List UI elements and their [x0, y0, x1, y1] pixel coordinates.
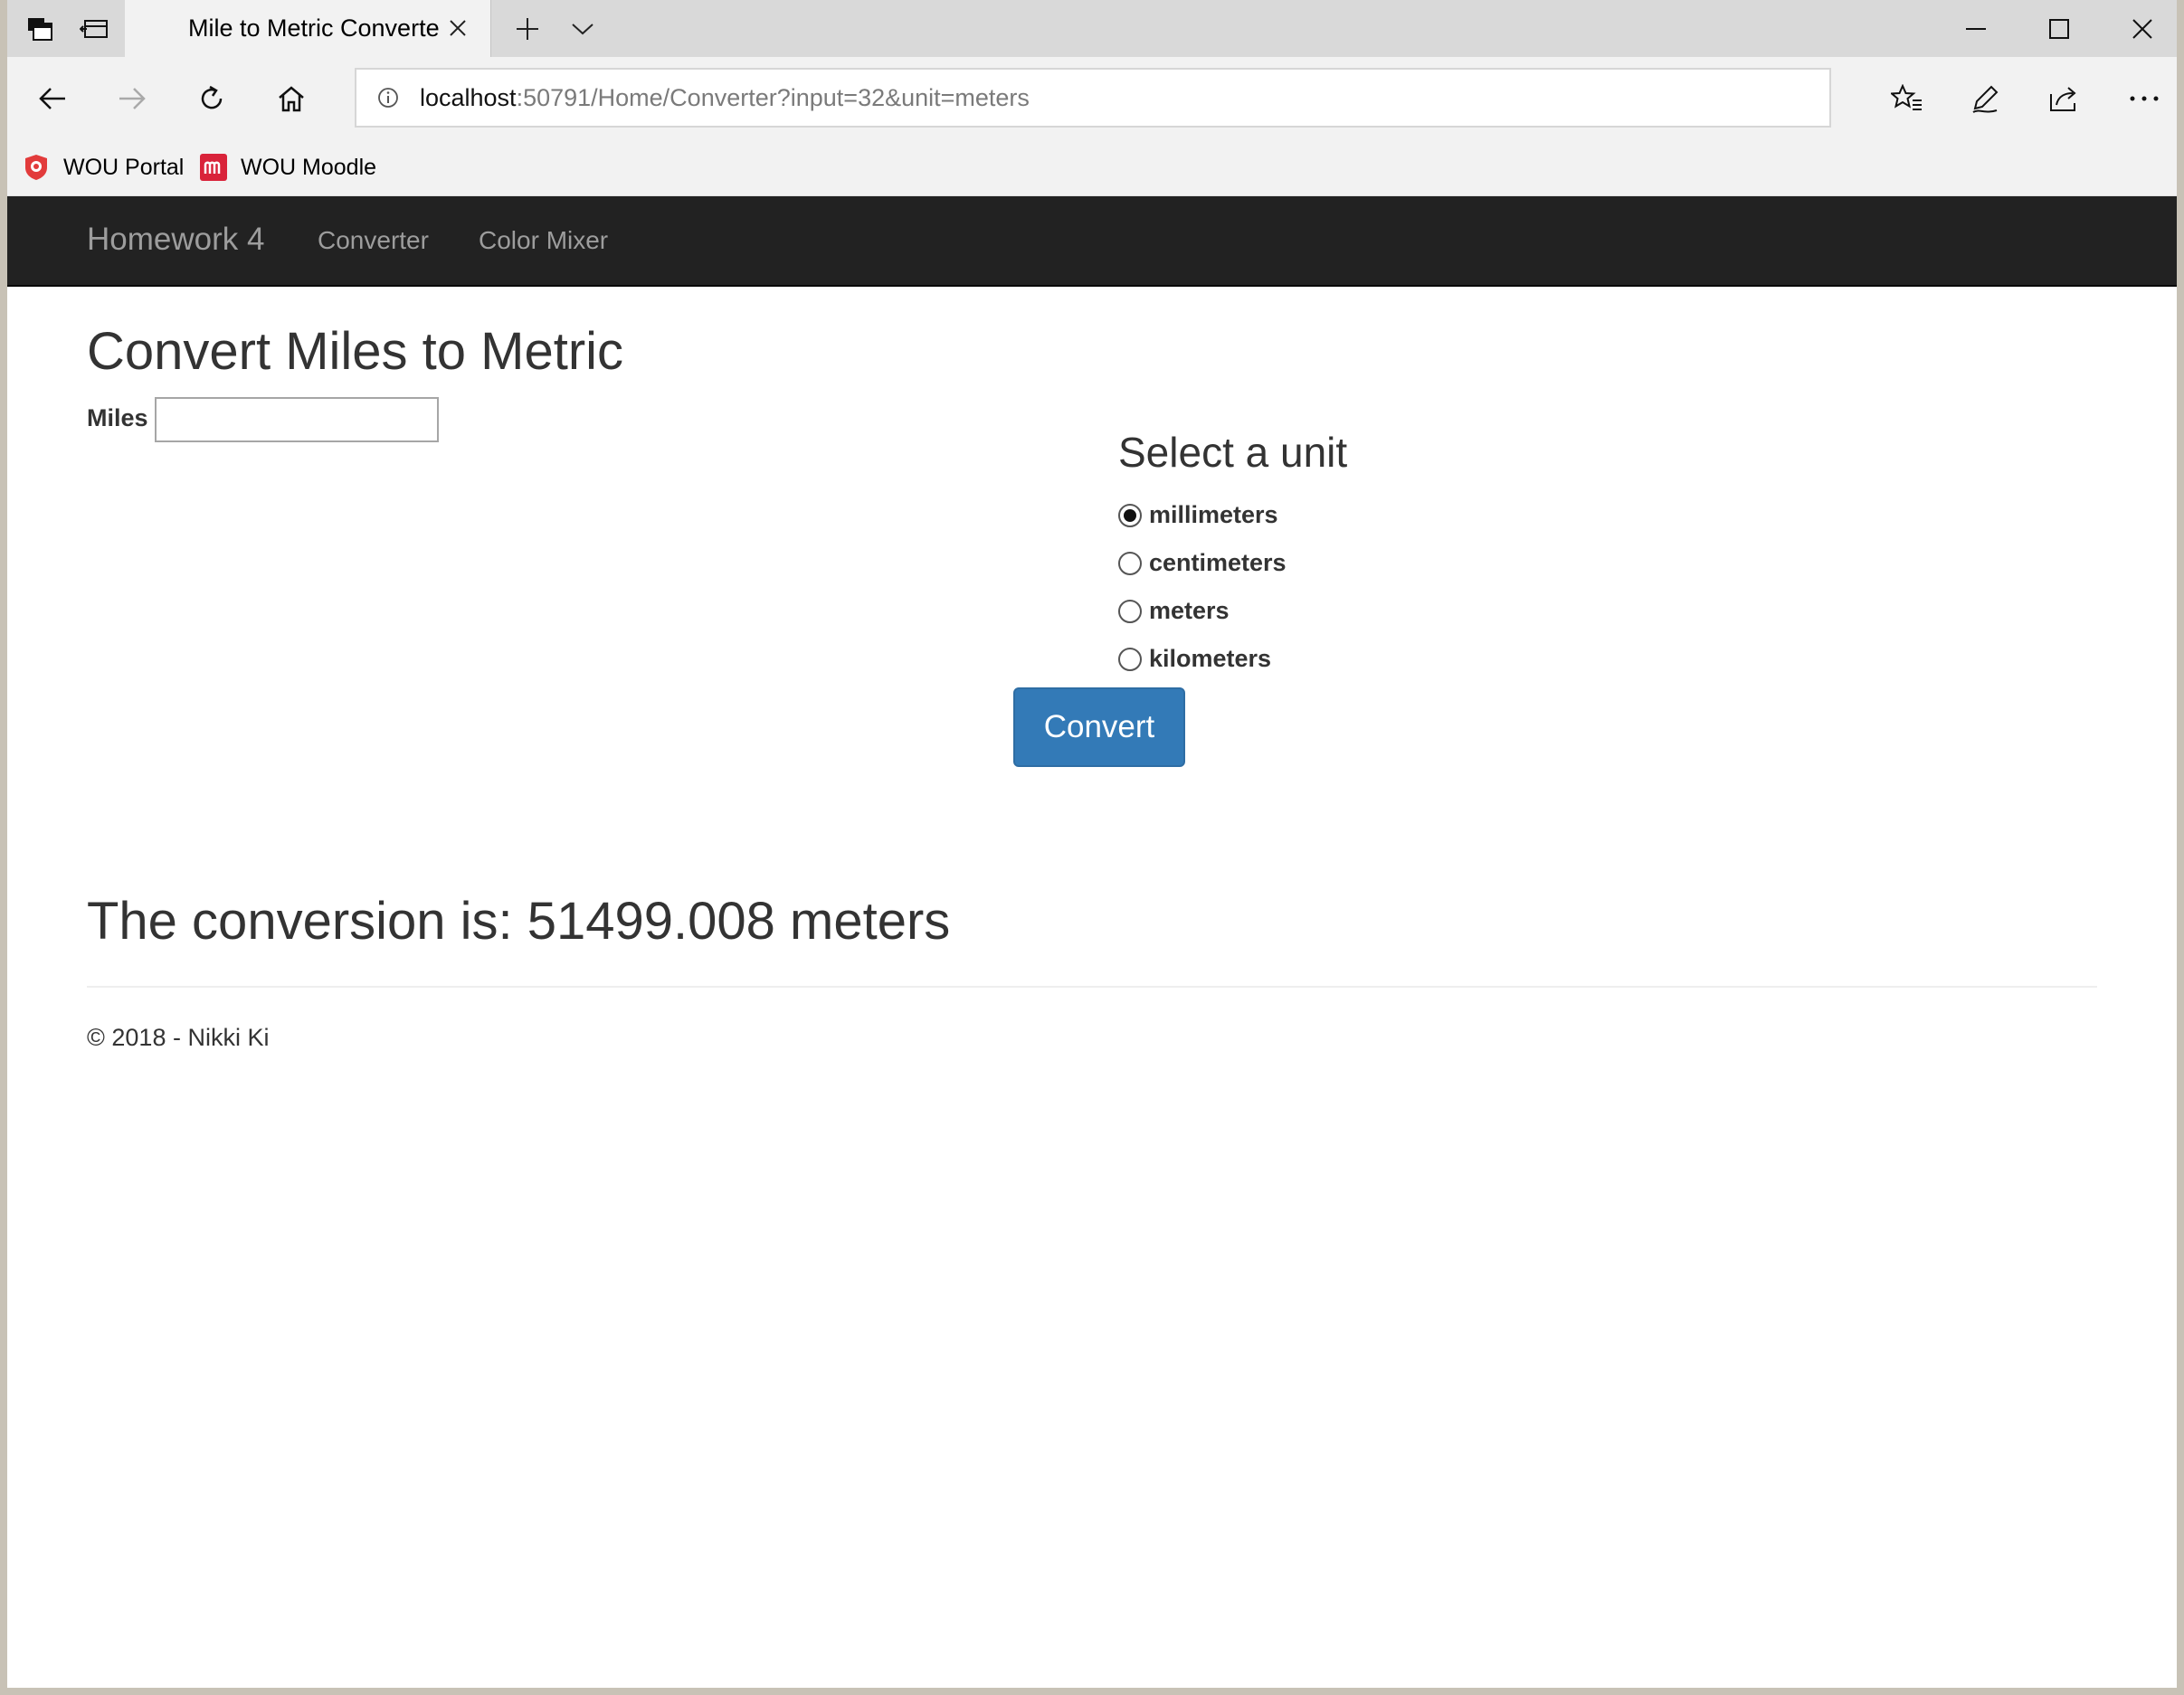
unit-label: centimeters — [1149, 549, 1287, 576]
radio-button[interactable] — [1118, 647, 1142, 671]
navbar-brand[interactable]: Homework 4 — [87, 222, 264, 258]
minimize-icon[interactable] — [1934, 0, 2018, 57]
unit-label: millimeters — [1149, 501, 1278, 528]
home-icon[interactable] — [264, 71, 318, 126]
shield-icon — [22, 153, 51, 182]
miles-input[interactable] — [155, 397, 439, 442]
address-bar: localhost:50791/Home/Converter?input=32&… — [7, 57, 2177, 138]
page-title: Convert Miles to Metric — [87, 322, 624, 381]
forward-arrow-icon[interactable] — [105, 71, 159, 126]
favorite-label: WOU Moodle — [241, 154, 377, 180]
url-field[interactable]: localhost:50791/Home/Converter?input=32&… — [355, 68, 1831, 128]
favorites-bar: WOU Portal WOU Moodle — [7, 138, 2177, 196]
site-info-icon[interactable] — [356, 87, 420, 109]
browser-window: Mile to Metric Converte localhost:50791… — [7, 0, 2177, 1688]
new-tab-icon[interactable] — [490, 0, 563, 57]
nav-link-color-mixer[interactable]: Color Mixer — [479, 226, 608, 255]
tab-active[interactable]: Mile to Metric Converte — [125, 0, 490, 57]
unit-option-meters[interactable]: meters — [1118, 597, 1230, 625]
close-window-icon[interactable] — [2101, 0, 2177, 57]
miles-label: Miles — [87, 404, 148, 431]
tab-preview-icon[interactable] — [67, 0, 121, 57]
url-host: localhost — [420, 83, 517, 111]
nav-link-converter[interactable]: Converter — [318, 226, 429, 255]
site-navbar: Homework 4 Converter Color Mixer — [7, 196, 2177, 287]
favorite-label: WOU Portal — [63, 154, 185, 180]
tab-bar: Mile to Metric Converte — [7, 0, 2177, 57]
radio-button[interactable] — [1118, 551, 1142, 575]
back-arrow-icon[interactable] — [25, 71, 80, 126]
radio-button[interactable] — [1118, 599, 1142, 623]
conversion-result: The conversion is: 51499.008 meters — [87, 892, 951, 951]
pen-icon[interactable] — [1958, 71, 2012, 126]
footer-copyright: © 2018 - Nikki Ki — [87, 1024, 270, 1051]
unit-heading: Select a unit — [1118, 429, 1348, 476]
favorites-star-icon[interactable] — [1880, 71, 1934, 126]
unit-option-centimeters[interactable]: centimeters — [1118, 549, 1287, 577]
favorite-wou-portal[interactable]: WOU Portal — [22, 149, 184, 185]
unit-label: kilometers — [1149, 645, 1272, 672]
unit-option-millimeters[interactable]: millimeters — [1118, 501, 1278, 529]
share-icon[interactable] — [2037, 71, 2092, 126]
unit-label: meters — [1149, 597, 1230, 624]
more-options-icon[interactable] — [2117, 71, 2171, 126]
tab-title: Mile to Metric Converte — [188, 14, 440, 42]
moodle-icon — [199, 153, 228, 182]
divider — [87, 986, 2097, 988]
close-tab-icon[interactable] — [442, 12, 474, 44]
radio-button[interactable] — [1118, 503, 1142, 527]
tab-set-aside-icon[interactable] — [13, 0, 67, 57]
convert-button[interactable]: Convert — [1013, 687, 1185, 767]
unit-option-kilometers[interactable]: kilometers — [1118, 645, 1271, 673]
chevron-down-icon[interactable] — [561, 0, 604, 57]
url-path: :50791/Home/Converter?input=32&unit=mete… — [516, 83, 1030, 111]
refresh-icon[interactable] — [185, 71, 239, 126]
maximize-icon[interactable] — [2018, 0, 2101, 57]
favorite-wou-moodle[interactable]: WOU Moodle — [199, 149, 376, 185]
